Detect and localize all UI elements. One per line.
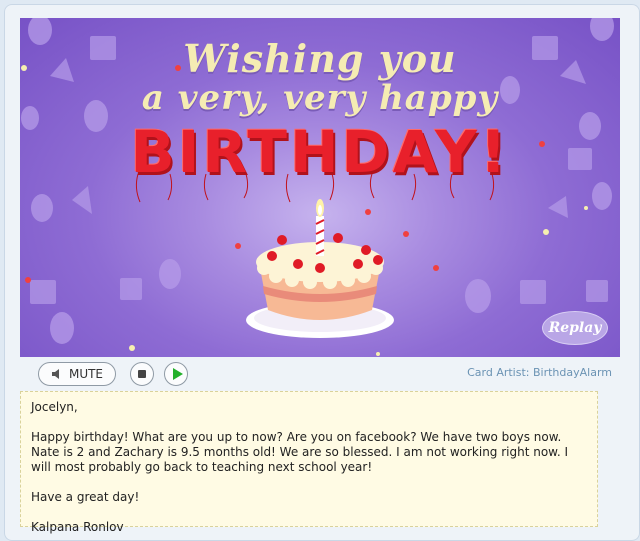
- greeting-line-2: a very, very happy: [141, 78, 499, 118]
- message-box: Jocelyn, Happy birthday! What are you up…: [20, 391, 598, 534]
- message-body: Happy birthday! What are you up to now? …: [31, 430, 569, 474]
- play-button[interactable]: [164, 362, 188, 386]
- stop-button[interactable]: [130, 362, 154, 386]
- ecard-animation: Wishing you a very, very happy BIRTHDAY!…: [20, 18, 620, 357]
- playback-controls: MUTE Card Artist: BirthdayAlarm: [38, 362, 620, 388]
- message-closing: Have a great day!: [31, 490, 140, 504]
- mute-label: MUTE: [68, 367, 104, 381]
- message-greeting: Jocelyn,: [31, 400, 78, 414]
- stop-icon: [138, 370, 146, 378]
- card-artist-credit: Card Artist: BirthdayAlarm: [467, 366, 612, 379]
- play-icon: [172, 368, 183, 380]
- greeting-line-1: Wishing you: [183, 36, 457, 81]
- speaker-icon: [51, 369, 59, 379]
- message-signature: Kalpana Ronlov: [31, 520, 124, 534]
- birthday-balloon-text: BIRTHDAY!: [130, 118, 510, 186]
- mute-button[interactable]: MUTE: [38, 362, 116, 386]
- replay-button[interactable]: Replay: [542, 311, 608, 345]
